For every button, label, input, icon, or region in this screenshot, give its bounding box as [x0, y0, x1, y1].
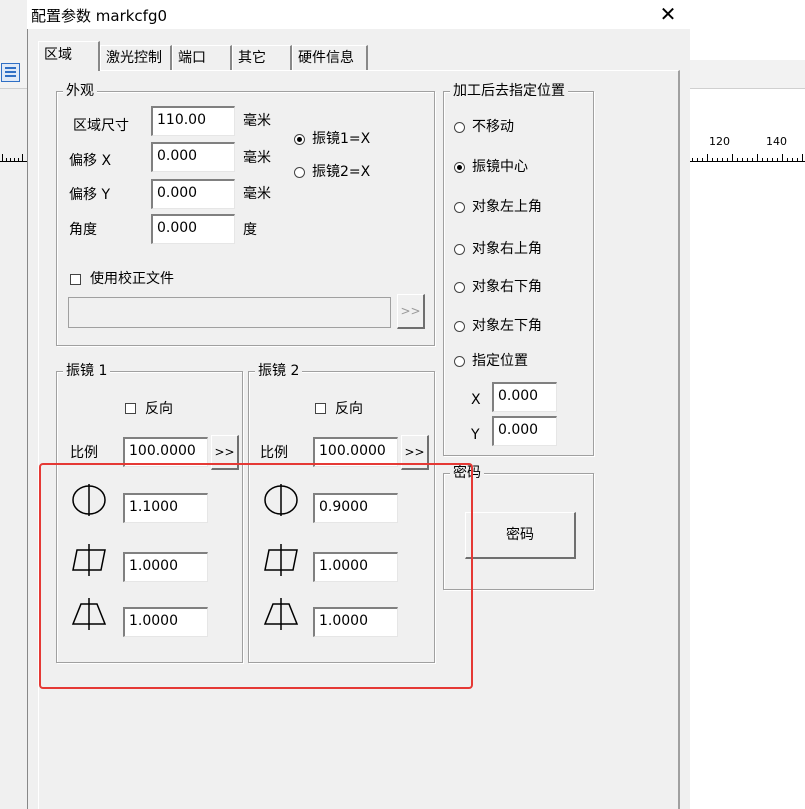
galvo1-group-title: 振镜 1	[63, 363, 111, 379]
top-right-radio[interactable]	[454, 244, 465, 255]
ruler-right: 120 140	[690, 134, 805, 162]
tab-laser-control[interactable]: 激光控制	[100, 45, 172, 71]
no-move-radio[interactable]	[454, 122, 465, 133]
after-process-group-title: 加工后去指定位置	[450, 83, 568, 99]
offset-x-unit: 毫米	[243, 150, 271, 166]
area-size-label: 区域尺寸	[73, 118, 129, 134]
password-button[interactable]: 密码	[465, 512, 576, 559]
pos-y-label: Y	[471, 427, 480, 443]
offset-x-label: 偏移 X	[69, 153, 112, 169]
tab-hardware-info[interactable]: 硬件信息	[292, 45, 368, 71]
offset-y-label: 偏移 Y	[69, 187, 111, 203]
angle-input[interactable]: 0.000	[151, 214, 235, 244]
galvo1-reverse-label: 反向	[145, 401, 173, 417]
background-app-left	[0, 0, 27, 809]
ruler-label-120: 120	[709, 135, 730, 148]
galvo-center-label: 振镜中心	[472, 159, 528, 175]
ruler-label-140: 140	[766, 135, 787, 148]
galvo2-reverse-label: 反向	[335, 401, 363, 417]
offset-y-input[interactable]: 0.000	[151, 179, 235, 209]
top-right-label: 对象右上角	[472, 241, 542, 257]
use-calibration-file-checkbox[interactable]	[70, 274, 81, 285]
background-toolbar-right	[690, 60, 805, 89]
specified-position-radio[interactable]	[454, 356, 465, 367]
top-left-label: 对象左上角	[472, 199, 542, 215]
use-calibration-file-label: 使用校正文件	[90, 271, 174, 287]
angle-unit: 度	[243, 222, 257, 238]
offset-y-unit: 毫米	[243, 186, 271, 202]
tab-area[interactable]: 区域	[38, 41, 100, 71]
galvo2-group-title: 振镜 2	[255, 363, 303, 379]
tab-other[interactable]: 其它	[232, 45, 292, 71]
offset-x-input[interactable]: 0.000	[151, 142, 235, 172]
galvo1-scale-label: 比例	[70, 445, 98, 461]
galvo1-x-radio[interactable]	[294, 134, 305, 145]
angle-label: 角度	[69, 222, 97, 238]
tab-port[interactable]: 端口	[172, 45, 232, 71]
area-size-input[interactable]: 110.00	[151, 106, 235, 136]
calibration-file-path[interactable]	[68, 297, 391, 328]
pos-x-input[interactable]: 0.000	[492, 382, 557, 412]
bottom-left-label: 对象左下角	[472, 318, 542, 334]
pos-x-label: X	[471, 392, 481, 408]
galvo2-reverse-checkbox[interactable]	[315, 403, 326, 414]
area-size-unit: 毫米	[243, 113, 271, 129]
galvo1-x-radio-label: 振镜1=X	[312, 131, 371, 147]
window-title: 配置参数 markcfg0	[31, 7, 168, 25]
bottom-right-radio[interactable]	[454, 282, 465, 293]
close-icon[interactable]: ✕	[656, 2, 680, 26]
galvo2-x-radio[interactable]	[294, 167, 305, 178]
galvo-center-radio[interactable]	[454, 162, 465, 173]
galvo1-reverse-checkbox[interactable]	[125, 403, 136, 414]
galvo2-scale-label: 比例	[260, 445, 288, 461]
ruler-left	[0, 134, 27, 162]
bottom-right-label: 对象右下角	[472, 279, 542, 295]
list-icon[interactable]	[1, 63, 20, 82]
galvo2-x-radio-label: 振镜2=X	[312, 164, 371, 180]
background-app-right	[690, 0, 805, 809]
bottom-left-radio[interactable]	[454, 321, 465, 332]
appearance-group-title: 外观	[63, 83, 97, 99]
highlight-annotation-box	[39, 463, 473, 689]
pos-y-input[interactable]: 0.000	[492, 416, 557, 446]
specified-position-label: 指定位置	[472, 353, 528, 369]
top-left-radio[interactable]	[454, 202, 465, 213]
calibration-browse-button[interactable]: >>	[397, 294, 425, 329]
no-move-label: 不移动	[472, 119, 514, 135]
